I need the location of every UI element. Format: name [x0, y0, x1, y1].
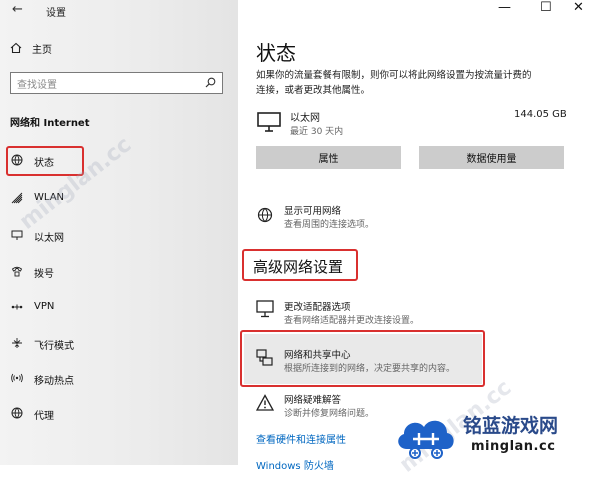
adapter-sub: 查看网络适配器并更改连接设置。: [284, 316, 420, 326]
globe-icon: [11, 407, 23, 419]
description-line-1: 如果你的流量套餐有限制，则你可以将此网络设置为按流量计费的: [256, 70, 532, 81]
back-arrow-icon[interactable]: ←: [12, 3, 23, 16]
search-input[interactable]: [11, 75, 203, 96]
search-icon[interactable]: [205, 77, 216, 88]
sidebar-item-label: 飞行模式: [34, 341, 74, 352]
show-networks-globe-icon: [257, 207, 273, 223]
sidebar-item-label: 代理: [34, 411, 54, 422]
sidebar-item-label: 以太网: [34, 233, 64, 244]
page-title: 状态: [256, 41, 296, 65]
sidebar-item-label: 拨号: [34, 269, 54, 280]
sharing-center-icon: [256, 349, 273, 366]
minimize-button[interactable]: —: [498, 0, 511, 15]
main-content: — ☐ ✕ 状态 如果你的流量套餐有限制，则你可以将此网络设置为按流量计费的 连…: [238, 0, 592, 472]
properties-button[interactable]: 属性: [256, 146, 401, 169]
brand-name-cn: 铭蓝游戏网: [463, 415, 559, 437]
vpn-icon: [11, 304, 23, 310]
hotspot-icon: [11, 373, 23, 383]
close-button[interactable]: ✕: [573, 0, 584, 15]
dialup-icon: [11, 266, 23, 277]
section-title: 网络和 Internet: [10, 118, 90, 129]
sharing-center-title[interactable]: 网络和共享中心: [284, 347, 351, 361]
advanced-settings-heading: 高级网络设置: [253, 258, 344, 276]
ethernet-pc-icon: [257, 112, 281, 132]
brand-name-en: minglan.cc: [471, 439, 556, 454]
status-globe-icon: [11, 154, 23, 166]
airplane-icon: [12, 338, 22, 348]
troubleshoot-title[interactable]: 网络疑难解答: [284, 392, 341, 406]
sidebar-item-hotspot[interactable]: 移动热点: [11, 371, 211, 387]
sidebar-item-vpn[interactable]: VPN: [11, 300, 211, 316]
cloud-logo-icon: [398, 420, 454, 459]
search-box[interactable]: [10, 72, 223, 96]
show-networks-sub: 查看周围的连接选项。: [284, 220, 375, 230]
adapter-title[interactable]: 更改适配器选项: [284, 299, 351, 313]
home-icon: [10, 42, 22, 54]
sidebar: ← 设置 主页 网络和 Internet 状态 WLAN: [0, 0, 238, 465]
data-usage-button[interactable]: 数据使用量: [419, 146, 564, 169]
sidebar-item-dialup[interactable]: 拨号: [11, 264, 211, 280]
troubleshoot-sub: 诊断并修复网络问题。: [284, 409, 375, 419]
warning-triangle-icon: [256, 394, 274, 411]
network-name: 以太网: [290, 113, 320, 124]
description-line-2: 连接，或者更改其他属性。: [256, 85, 371, 96]
sidebar-item-ethernet[interactable]: 以太网: [11, 228, 211, 244]
sidebar-item-label: 移动热点: [34, 376, 74, 387]
sidebar-item-airplane[interactable]: 飞行模式: [11, 336, 211, 352]
show-networks-title[interactable]: 显示可用网络: [284, 203, 341, 217]
hardware-properties-link[interactable]: 查看硬件和连接属性: [256, 431, 346, 446]
maximize-button[interactable]: ☐: [540, 0, 552, 15]
sidebar-item-label: 状态: [34, 158, 54, 169]
wifi-icon: [11, 192, 23, 204]
sidebar-item-proxy[interactable]: 代理: [11, 406, 211, 422]
sharing-center-sub: 根据所连接到的网络，决定要共享的内容。: [284, 364, 456, 374]
adapter-icon: [256, 300, 274, 318]
network-period: 最近 30 天内: [290, 127, 344, 137]
sharing-highlight: [240, 330, 485, 387]
ethernet-icon: [11, 230, 23, 240]
window-title: 设置: [46, 8, 66, 19]
sidebar-item-label: VPN: [34, 301, 55, 312]
home-label: 主页: [32, 45, 52, 56]
network-usage: 144.05 GB: [514, 109, 567, 120]
brand-logo: 铭蓝游戏网 minglan.cc: [393, 405, 589, 463]
